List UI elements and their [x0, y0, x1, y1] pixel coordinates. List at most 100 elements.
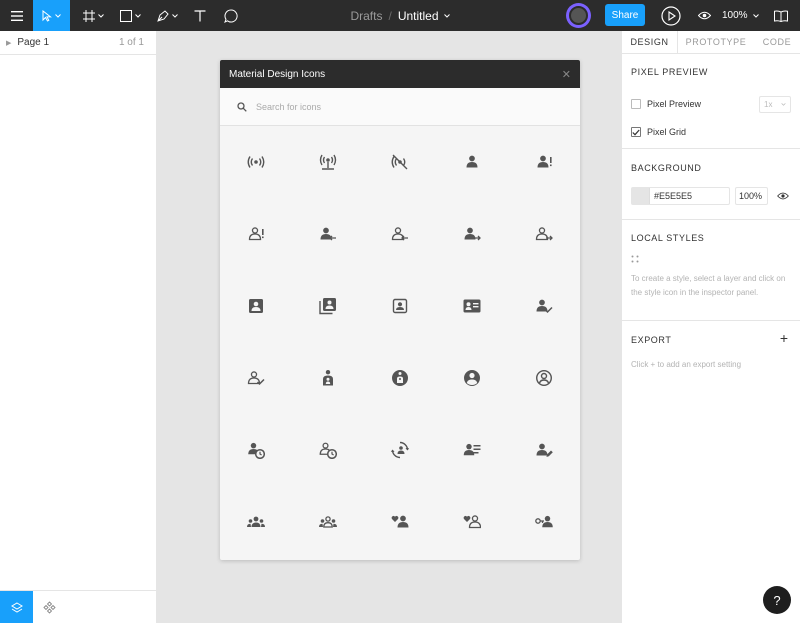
account-check-icon [536, 299, 553, 314]
account-details-icon [463, 443, 481, 456]
current-page-name: Page 1 [17, 37, 50, 48]
account-child-icon [323, 370, 333, 386]
icon-tile[interactable] [364, 126, 436, 198]
library-button[interactable] [772, 0, 790, 31]
styles-grid-icon [631, 255, 639, 263]
canvas[interactable]: Material Design Icons ✕ [157, 31, 621, 623]
icon-tile[interactable] [508, 270, 580, 342]
account-group-outline-icon [319, 516, 337, 528]
layers-tab[interactable] [0, 591, 33, 623]
icon-tile[interactable] [292, 270, 364, 342]
icon-tile[interactable] [364, 486, 436, 558]
icon-tile[interactable] [220, 414, 292, 486]
icon-tile[interactable] [508, 126, 580, 198]
pen-tool-button[interactable] [151, 0, 183, 31]
icon-tile[interactable] [220, 126, 292, 198]
broadcast-wifi-icon [247, 156, 265, 168]
export-title: EXPORT [631, 334, 672, 345]
icon-tile[interactable] [508, 486, 580, 558]
icon-tile[interactable] [292, 126, 364, 198]
avatar[interactable] [566, 3, 591, 28]
plugin-title: Material Design Icons [229, 68, 326, 80]
pages-selector[interactable]: ▶ Page 1 1 of 1 [0, 31, 156, 55]
eye-icon[interactable] [777, 192, 789, 200]
avatar-image [569, 6, 588, 25]
pixel-preview-checkbox[interactable] [631, 99, 641, 109]
icon-tile[interactable] [508, 342, 580, 414]
pixel-grid-checkbox[interactable] [631, 127, 641, 137]
icon-tile[interactable] [436, 126, 508, 198]
background-section: BACKGROUND #E5E5E5 100% [622, 149, 800, 220]
icon-tile[interactable] [364, 414, 436, 486]
local-styles-title: LOCAL STYLES [631, 232, 705, 243]
present-button[interactable] [659, 0, 683, 31]
main-menu-button[interactable] [0, 0, 33, 31]
icon-tile[interactable] [292, 414, 364, 486]
shape-tool-button[interactable] [114, 0, 146, 31]
account-child-circle-icon [392, 370, 408, 386]
search-bar [220, 88, 580, 126]
pixel-grid-row: Pixel Grid [631, 118, 791, 146]
account-heart-outline-icon [463, 515, 481, 529]
icon-tile[interactable] [436, 414, 508, 486]
share-button[interactable]: Share [605, 4, 645, 26]
left-panel-tabs [0, 590, 157, 623]
icon-tile[interactable] [364, 198, 436, 270]
comment-tool-button[interactable] [219, 0, 243, 31]
add-export-button[interactable]: + [780, 330, 788, 346]
background-color-input[interactable]: #E5E5E5 [631, 187, 730, 205]
icon-tile[interactable] [220, 486, 292, 558]
icon-tile[interactable] [220, 270, 292, 342]
zoom-dropdown[interactable]: 100% [722, 0, 759, 31]
icon-tile[interactable] [364, 270, 436, 342]
icon-tile[interactable] [220, 342, 292, 414]
move-tool-button[interactable] [33, 0, 70, 31]
icon-tile[interactable] [436, 198, 508, 270]
close-icon[interactable]: ✕ [562, 68, 571, 81]
icon-tile[interactable] [508, 414, 580, 486]
search-icon [237, 101, 247, 112]
icon-tile[interactable] [364, 342, 436, 414]
background-color-row: #E5E5E5 100% [631, 187, 791, 205]
book-icon [774, 9, 788, 22]
layers-icon [10, 601, 23, 613]
icon-tile[interactable] [292, 342, 364, 414]
help-button[interactable]: ? [763, 586, 791, 614]
icon-tile[interactable] [508, 198, 580, 270]
search-input[interactable] [256, 101, 536, 112]
frame-tool-button[interactable] [77, 0, 109, 31]
icon-tile[interactable] [436, 486, 508, 558]
icon-tile[interactable] [292, 486, 364, 558]
icon-tile[interactable] [436, 342, 508, 414]
tab-code[interactable]: CODE [754, 31, 800, 53]
panel-tabs: DESIGN PROTOTYPE CODE [622, 31, 800, 54]
chevron-down-icon [55, 13, 61, 18]
icon-tile[interactable] [292, 198, 364, 270]
export-help: Click + to add an export setting [631, 360, 742, 369]
drafts-link[interactable]: Drafts [350, 9, 382, 23]
background-hex[interactable]: #E5E5E5 [654, 191, 692, 201]
comment-icon [224, 8, 238, 23]
layers-panel: ▶ Page 1 1 of 1 [0, 31, 157, 623]
icon-tile[interactable] [436, 270, 508, 342]
background-opacity-input[interactable]: 100% [735, 187, 768, 205]
pixel-scale-select[interactable]: 1x [759, 95, 791, 113]
tab-prototype[interactable]: PROTOTYPE [678, 31, 754, 53]
chevron-down-icon [171, 13, 178, 18]
chevron-down-icon[interactable] [443, 13, 450, 18]
chevron-down-icon [97, 13, 104, 18]
chevron-down-icon [134, 13, 141, 18]
person-alert-icon [537, 155, 552, 168]
tab-design[interactable]: DESIGN [622, 31, 678, 53]
export-section: EXPORT + Click + to add an export settin… [622, 321, 800, 383]
document-title[interactable]: Untitled [398, 9, 439, 23]
components-tab[interactable] [33, 591, 66, 623]
frame-icon [82, 9, 95, 22]
text-tool-button[interactable] [188, 0, 212, 31]
account-check-outline-icon [247, 371, 265, 386]
icon-tile[interactable] [220, 198, 292, 270]
view-mode-button[interactable] [694, 0, 714, 31]
pixel-preview-row: Pixel Preview 1x [631, 90, 791, 118]
color-swatch[interactable] [632, 188, 650, 204]
components-icon [43, 601, 56, 614]
